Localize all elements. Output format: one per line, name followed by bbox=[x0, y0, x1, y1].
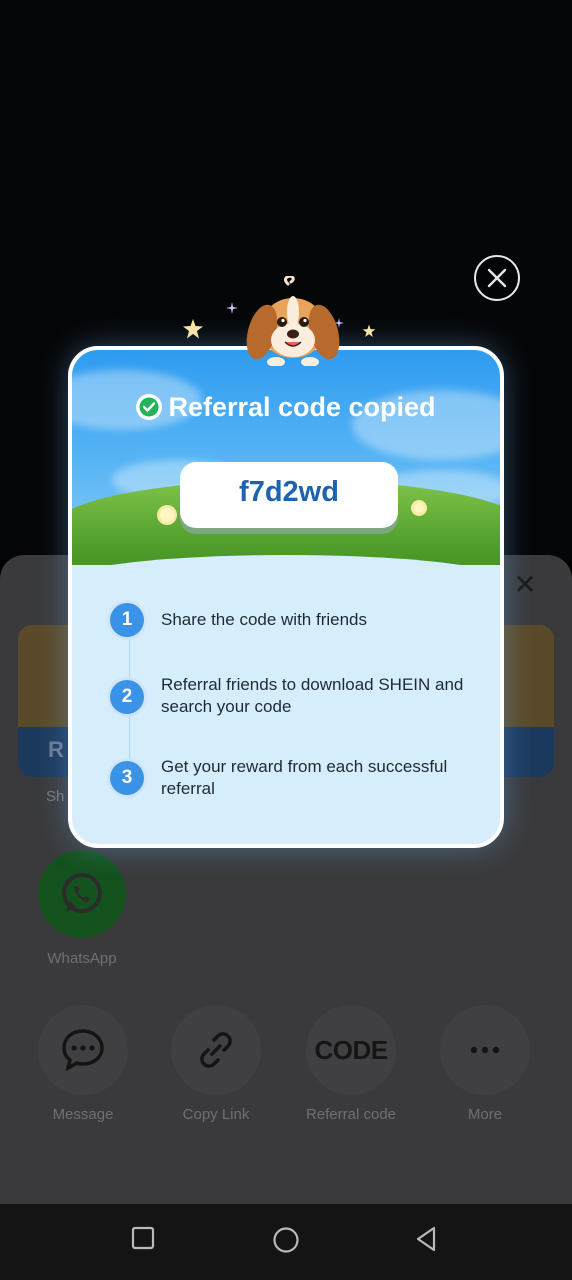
recent-apps-icon[interactable] bbox=[131, 1226, 155, 1250]
system-navigation-bar bbox=[0, 1204, 572, 1280]
modal-title: Referral code copied bbox=[168, 392, 436, 422]
close-modal-button[interactable] bbox=[474, 255, 520, 301]
more-button[interactable] bbox=[440, 1005, 530, 1095]
flower-icon bbox=[160, 508, 174, 522]
step-number-1: 1 bbox=[110, 603, 144, 637]
message-icon bbox=[62, 1029, 104, 1072]
check-circle-icon bbox=[136, 394, 163, 420]
back-icon[interactable] bbox=[414, 1226, 440, 1252]
step-number-3: 3 bbox=[110, 761, 144, 795]
step-number-2: 2 bbox=[110, 680, 144, 714]
link-icon bbox=[200, 1032, 232, 1068]
code-icon-text: CODE bbox=[314, 1035, 388, 1065]
whatsapp-label: WhatsApp bbox=[47, 950, 117, 967]
copy-link-label: Copy Link bbox=[182, 1106, 250, 1123]
whatsapp-button[interactable] bbox=[38, 850, 126, 938]
message-button[interactable] bbox=[38, 1005, 128, 1095]
referral-code-modal: Referral code copied f7d2wd 1 Share the … bbox=[68, 346, 504, 848]
message-label: Message bbox=[52, 1106, 114, 1123]
sky-banner bbox=[72, 350, 500, 565]
close-icon bbox=[487, 268, 507, 288]
flower-icon bbox=[414, 503, 424, 513]
banner-text: R bbox=[48, 737, 64, 762]
copy-link-button[interactable] bbox=[171, 1005, 261, 1095]
modal-title-row: Referral code copied bbox=[72, 392, 500, 423]
referral-code-button[interactable]: CODE bbox=[306, 1005, 396, 1095]
step-text-3: Get your reward from each successful ref… bbox=[161, 757, 448, 798]
star-icon bbox=[362, 324, 376, 338]
step-text-2: Referral friends to download SHEIN and s… bbox=[161, 675, 464, 716]
dog-mascot-icon bbox=[246, 276, 340, 366]
more-icon bbox=[470, 1046, 500, 1054]
sheet-close-icon[interactable]: ✕ bbox=[510, 570, 540, 600]
whatsapp-icon bbox=[62, 873, 102, 913]
referral-code-box[interactable]: f7d2wd bbox=[180, 462, 398, 528]
share-label: Sh bbox=[46, 788, 65, 805]
referral-code-label: Referral code bbox=[305, 1106, 397, 1123]
step-text-1: Share the code with friends bbox=[161, 610, 368, 629]
home-icon[interactable] bbox=[272, 1226, 300, 1254]
star-icon bbox=[183, 319, 203, 339]
more-label: More bbox=[467, 1106, 503, 1123]
referral-code-value: f7d2wd bbox=[239, 476, 339, 508]
